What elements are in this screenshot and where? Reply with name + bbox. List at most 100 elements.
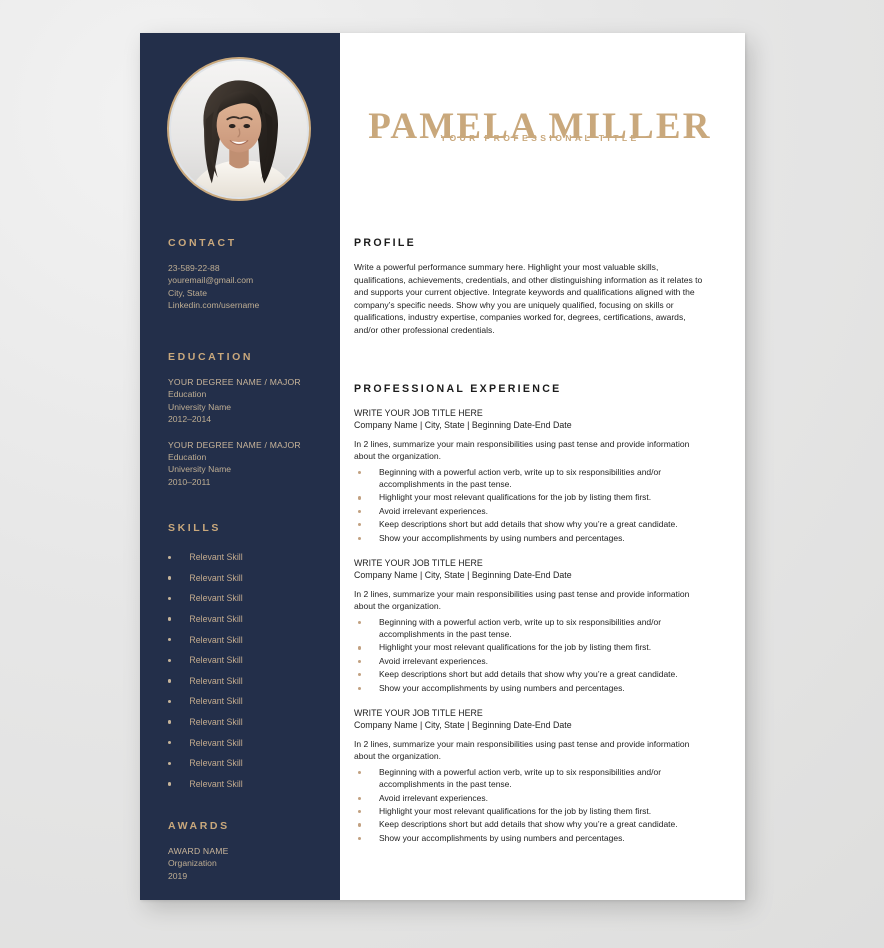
bullet-icon [168,740,172,745]
skill-item: Relevant Skill [168,691,330,712]
skill-item: Relevant Skill [168,671,330,692]
education-entry: YOUR DEGREE NAME / MAJOR Education Unive… [168,376,330,426]
skill-label: Relevant Skill [189,552,243,563]
job-meta: Company Name | City, State | Beginning D… [354,420,572,431]
job-bullet: Show your accomplishments by using numbe… [354,532,706,544]
skill-label: Relevant Skill [189,655,243,666]
job-bullet: Beginning with a powerful action verb, w… [354,766,706,791]
contact-email[interactable]: youremail@gmail.com [168,274,330,286]
award-entry: AWARD NAME Organization 2019 [168,845,330,882]
job-title: WRITE YOUR JOB TITLE HERE [354,708,483,719]
job-summary: In 2 lines, summarize your main responsi… [354,438,690,462]
job-meta: Company Name | City, State | Beginning D… [354,720,572,731]
contact-location: City, State [168,287,208,298]
skill-item: Relevant Skill [168,774,330,795]
experience-entry: WRITE YOUR JOB TITLE HERE Company Name | … [354,407,706,544]
skill-label: Relevant Skill [189,572,243,583]
award-organization: Organization [168,858,217,869]
job-meta: Company Name | City, State | Beginning D… [354,570,572,581]
job-summary: In 2 lines, summarize your main responsi… [354,588,690,612]
experience-heading: PROFESSIONAL EXPERIENCE [354,383,562,395]
job-bullet: Highlight your most relevant qualificati… [354,641,706,653]
job-bullet: Show your accomplishments by using numbe… [354,682,706,694]
skill-item: Relevant Skill [168,547,330,568]
skill-item: Relevant Skill [168,650,330,671]
bullet-icon [168,699,172,704]
education-level: Education [168,452,207,463]
education-school: University Name [168,464,232,475]
skill-label: Relevant Skill [189,675,243,686]
experience-entry: WRITE YOUR JOB TITLE HERE Company Name | … [354,707,706,844]
avatar [167,57,311,201]
skill-label: Relevant Skill [189,778,243,789]
sidebar: CONTACT 23-589-22-88 youremail@gmail.com… [140,33,340,900]
profile-heading: PROFILE [354,237,417,249]
education-school: University Name [168,401,232,412]
resume-page: CONTACT 23-589-22-88 youremail@gmail.com… [140,33,745,900]
education-section: EDUCATION YOUR DEGREE NAME / MAJOR Educa… [168,351,330,501]
experience-section: PROFESSIONAL EXPERIENCE WRITE YOUR JOB T… [354,383,706,857]
education-dates: 2010–2011 [168,476,211,487]
skill-item: Relevant Skill [168,712,330,733]
contact-section: CONTACT 23-589-22-88 youremail@gmail.com… [168,237,330,312]
skill-label: Relevant Skill [189,758,243,769]
job-title: WRITE YOUR JOB TITLE HERE [354,558,483,569]
job-bullet-list: Beginning with a powerful action verb, w… [354,766,706,844]
skill-item: Relevant Skill [168,732,330,753]
skill-label: Relevant Skill [189,634,243,645]
job-bullet: Avoid irrelevant experiences. [354,505,706,517]
bullet-icon [168,761,172,765]
skill-label: Relevant Skill [189,737,243,748]
contact-phone[interactable]: 23-589-22-88 [168,262,330,274]
skill-item: Relevant Skill [168,629,330,650]
bullet-icon [168,576,172,580]
bullet-icon [168,658,172,662]
experience-entry: WRITE YOUR JOB TITLE HERE Company Name | … [354,557,706,694]
skill-label: Relevant Skill [189,696,243,707]
award-year: 2019 [168,870,188,881]
skill-item: Relevant Skill [168,588,330,609]
bullet-icon [168,720,172,724]
education-degree: YOUR DEGREE NAME / MAJOR [168,439,301,450]
job-bullet-list: Beginning with a powerful action verb, w… [354,466,706,544]
bullet-icon [168,555,172,559]
job-bullet: Highlight your most relevant qualificati… [354,491,706,503]
job-bullet: Beginning with a powerful action verb, w… [354,466,706,491]
skill-label: Relevant Skill [189,614,243,625]
bullet-icon [168,637,172,642]
education-heading: EDUCATION [168,351,254,363]
job-bullet: Keep descriptions short but add details … [354,818,706,830]
job-title: WRITE YOUR JOB TITLE HERE [354,408,483,418]
bullet-icon [168,617,172,621]
awards-heading: AWARDS [168,820,230,832]
contact-linkedin[interactable]: Linkedin.com/username [168,299,330,311]
skill-item: Relevant Skill [168,568,330,589]
award-name: AWARD NAME [168,846,229,856]
skills-list: Relevant Skill Relevant Skill Relevant Ski… [168,547,330,794]
education-dates: 2012–2014 [168,414,212,425]
job-bullet: Keep descriptions short but add details … [354,668,706,680]
job-bullet: Avoid irrelevant experiences. [354,655,706,667]
skills-section: SKILLS Relevant Skill Relevant Skill Relev… [168,522,330,794]
experience-list: WRITE YOUR JOB TITLE HERE Company Name | … [354,407,706,844]
skill-item: Relevant Skill [168,609,330,630]
profile-photo [171,61,307,197]
job-bullet: Avoid irrelevant experiences. [354,792,706,804]
awards-section: AWARDS AWARD NAME Organization 2019 [168,820,330,882]
skills-heading: SKILLS [168,522,221,534]
job-bullet: Highlight your most relevant qualificati… [354,805,706,817]
bullet-icon [168,782,172,786]
bullet-icon [168,596,172,601]
education-level: Education [168,389,207,400]
job-bullet-list: Beginning with a powerful action verb, w… [354,616,706,694]
job-bullet: Show your accomplishments by using numbe… [354,832,706,844]
education-degree: YOUR DEGREE NAME / MAJOR [168,377,301,387]
main-content: PAMELA MILLER YOUR PROFESSIONAL TITLE PR… [340,33,745,900]
contact-heading: CONTACT [168,237,237,249]
job-bullet: Beginning with a powerful action verb, w… [354,616,706,641]
profile-text: Write a powerful performance summary her… [354,262,703,335]
job-summary: In 2 lines, summarize your main responsi… [354,738,690,762]
skill-label: Relevant Skill [189,593,243,604]
education-entry: YOUR DEGREE NAME / MAJOR Education Unive… [168,439,330,489]
skill-item: Relevant Skill [168,753,330,774]
